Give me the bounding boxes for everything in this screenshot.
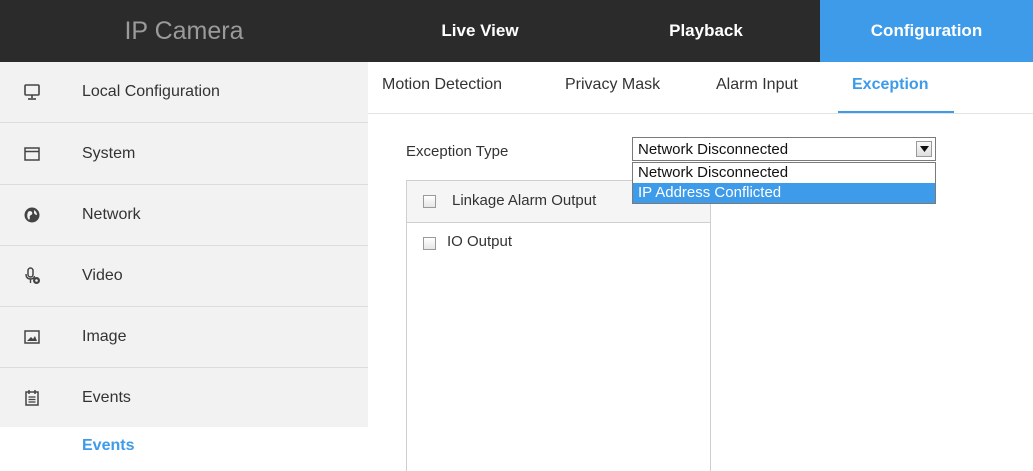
sidebar-item-label: Events <box>82 389 131 406</box>
subtab-exception[interactable]: Exception <box>852 76 928 94</box>
calendar-icon <box>22 388 42 408</box>
sidebar-item-network[interactable]: Network <box>0 185 368 246</box>
sidebar-subitem-label: Events <box>82 437 135 454</box>
dropdown-option-network-disconnected[interactable]: Network Disconnected <box>633 163 935 183</box>
chevron-down-icon[interactable] <box>916 141 932 157</box>
exception-type-value: Network Disconnected <box>638 141 789 158</box>
sidebar-item-image[interactable]: Image <box>0 307 368 368</box>
globe-icon <box>22 205 42 225</box>
subtab-alarm-input[interactable]: Alarm Input <box>716 76 798 94</box>
linkage-alarm-output-label: Linkage Alarm Output <box>452 192 597 209</box>
sidebar-item-label: Local Configuration <box>82 83 220 100</box>
sidebar: Local Configuration System Network Video… <box>0 62 368 471</box>
subtab-motion-detection[interactable]: Motion Detection <box>382 76 502 94</box>
subtab-privacy-mask[interactable]: Privacy Mask <box>565 76 660 94</box>
subtab-bar: Motion Detection Privacy Mask Alarm Inpu… <box>368 62 1033 114</box>
io-output-label: IO Output <box>447 233 513 250</box>
tab-configuration[interactable]: Configuration <box>820 0 1033 62</box>
top-bar: IP Camera Live View Playback Configurati… <box>0 0 1033 62</box>
linkage-panel: Linkage Alarm Output IO Output <box>406 180 711 471</box>
microphone-icon <box>22 266 42 286</box>
sidebar-item-label: Video <box>82 267 123 284</box>
monitor-icon <box>22 82 42 102</box>
sidebar-item-label: Network <box>82 206 141 223</box>
tab-playback[interactable]: Playback <box>592 0 820 62</box>
active-tab-indicator <box>838 111 954 113</box>
dropdown-option-ip-address-conflicted[interactable]: IP Address Conflicted <box>633 183 935 203</box>
sidebar-item-system[interactable]: System <box>0 124 368 185</box>
linkage-alarm-output-checkbox[interactable] <box>423 195 436 208</box>
sidebar-item-events[interactable]: Events <box>0 368 368 429</box>
sidebar-item-local-configuration[interactable]: Local Configuration <box>0 62 368 123</box>
sidebar-item-label: System <box>82 145 136 162</box>
exception-type-label: Exception Type <box>406 143 509 160</box>
exception-type-select[interactable]: Network Disconnected <box>632 137 936 161</box>
sidebar-subitem-events[interactable]: Events <box>0 427 368 471</box>
tab-live-view[interactable]: Live View <box>368 0 592 62</box>
sidebar-item-label: Image <box>82 328 127 345</box>
io-output-checkbox[interactable] <box>423 237 436 250</box>
exception-type-dropdown: Network Disconnected IP Address Conflict… <box>632 162 936 204</box>
app-title: IP Camera <box>124 16 244 45</box>
sidebar-item-video[interactable]: Video <box>0 246 368 307</box>
window-icon <box>22 144 42 164</box>
picture-icon <box>22 327 42 347</box>
